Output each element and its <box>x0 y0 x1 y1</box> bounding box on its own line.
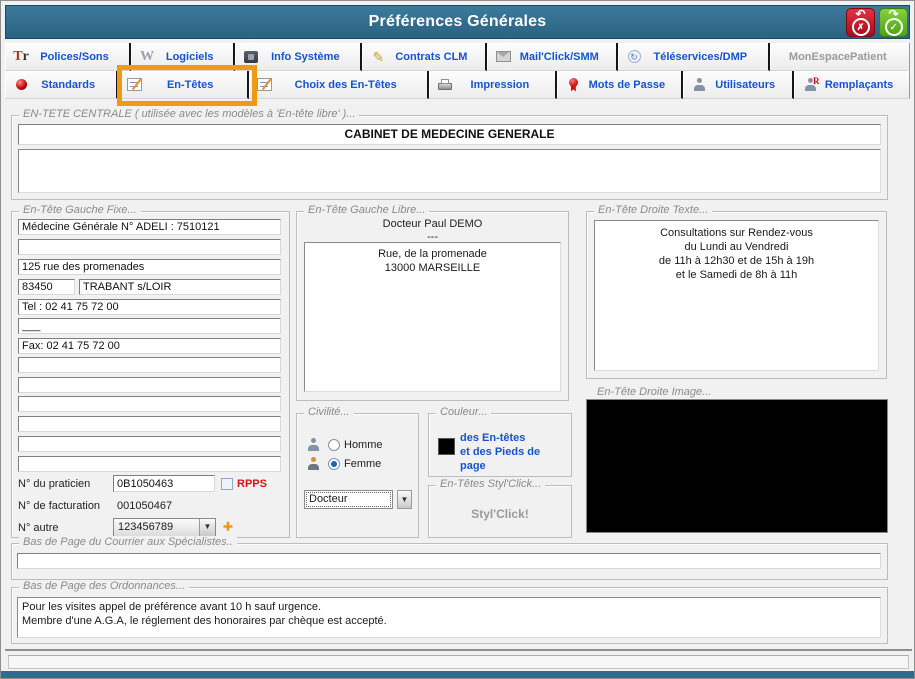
group-label: Bas de Page du Courrier aux Spécialistes… <box>19 536 237 548</box>
color-swatch[interactable] <box>438 438 455 455</box>
libre-body-textarea[interactable]: Rue, de la promenade 13000 MARSEILLE <box>304 242 561 392</box>
group-label: En-Tête Gauche Fixe... <box>19 204 141 216</box>
couleur-link[interactable]: des En-têtes et des Pieds de page <box>460 431 566 473</box>
red-sphere-icon <box>12 79 30 90</box>
bas-ordonnances-textarea[interactable]: Pour les visites appel de préférence ava… <box>17 597 881 638</box>
tab-contrats-clm[interactable]: ✎ Contrats CLM <box>362 43 487 71</box>
libre-header-text: Docteur Paul DEMO <box>296 218 569 230</box>
homme-radio[interactable] <box>328 439 340 451</box>
undo-arrow-icon: ↶ <box>855 10 865 18</box>
group-label: En-Tête Droite Texte... <box>594 204 712 216</box>
bas-courrier-input[interactable] <box>17 553 881 569</box>
plus-icon[interactable]: + <box>223 520 233 534</box>
group-label: Couleur... <box>436 406 491 418</box>
fixed-line-1-input[interactable] <box>18 219 281 235</box>
tab-row-2: Standards En-Têtes Choix des En-Têtes Im… <box>5 71 912 99</box>
femme-radio[interactable] <box>328 458 340 470</box>
window-title: Préférences Générales <box>369 13 547 31</box>
fixed-line-9-input[interactable] <box>18 377 281 393</box>
tab-standards[interactable]: Standards <box>5 71 118 99</box>
red-seal-icon <box>564 78 582 92</box>
abc-pencil-icon <box>256 78 274 91</box>
chevron-down-icon[interactable]: ▼ <box>199 519 215 536</box>
tab-info-systeme[interactable]: Info Système <box>235 43 362 71</box>
group-label: Civilité... <box>304 406 354 418</box>
praticien-label: N° du praticien <box>18 478 90 490</box>
titre-combobox[interactable]: Docteur <box>304 490 393 509</box>
word-icon: W <box>138 50 156 64</box>
central-header-input[interactable]: CABINET DE MEDECINE GENERALE <box>18 124 881 145</box>
group-label: EN-TETE CENTRALE ( utilisée avec les mod… <box>19 108 359 120</box>
autre-label: N° autre <box>18 522 58 534</box>
preferences-window: Préférences Générales ↶ ✗ ↷ ✓ Tr Polices… <box>0 0 915 679</box>
fixed-line-2-input[interactable] <box>18 239 281 255</box>
group-label: Bas de Page des Ordonnances... <box>19 580 189 592</box>
redo-arrow-icon: ↷ <box>888 10 898 18</box>
titre-combo-arrow[interactable]: ▼ <box>397 490 412 509</box>
tab-mots-de-passe[interactable]: Mots de Passe <box>557 71 683 99</box>
rpps-label: RPPS <box>237 478 267 490</box>
stylclick-button[interactable]: Styl'Click! <box>428 507 572 521</box>
tab-choix-des-en-tetes[interactable]: Choix des En-Têtes <box>249 71 429 99</box>
person-icon <box>690 78 708 91</box>
autre-combobox[interactable]: 123456789 ▼ <box>113 518 216 537</box>
tab-monespacepatient[interactable]: MonEspacePatient <box>770 43 911 71</box>
fixed-line-8-input[interactable] <box>18 357 281 373</box>
tab-logiciels[interactable]: W Logiciels <box>131 43 235 71</box>
fixed-address-input[interactable] <box>18 259 281 275</box>
bottom-divider <box>5 649 912 651</box>
woman-icon <box>307 457 320 470</box>
droite-image-label: En-Tête Droite Image... <box>593 386 715 398</box>
printer-icon <box>436 79 454 90</box>
group-label: En-Tête Gauche Libre... <box>304 204 429 216</box>
cross-circle-icon: ✗ <box>852 18 870 36</box>
group-label: En-Têtes Styl'Click... <box>436 478 545 490</box>
window-footer-bar <box>1 671 915 678</box>
fixed-line-12-input[interactable] <box>18 436 281 452</box>
tab-mailclick-smm[interactable]: Mail'Click/SMM <box>487 43 618 71</box>
envelope-icon <box>494 51 512 62</box>
sync-icon: ↻ <box>625 50 643 63</box>
person-r-icon: R <box>801 78 819 91</box>
fixed-line-11-input[interactable] <box>18 416 281 432</box>
tab-bar: Tr Polices/Sons W Logiciels Info Système… <box>5 43 912 99</box>
fixed-postcode-input[interactable] <box>18 279 75 295</box>
facturation-value: 001050467 <box>117 500 172 512</box>
femme-label: Femme <box>344 458 381 470</box>
cancel-button[interactable]: ↶ ✗ <box>846 8 875 37</box>
fixed-fax-input[interactable] <box>18 338 281 354</box>
system-icon <box>242 51 260 63</box>
status-strip <box>8 655 909 669</box>
check-circle-icon: ✓ <box>885 18 903 36</box>
fixed-city-input[interactable] <box>79 279 281 295</box>
tab-polices-sons[interactable]: Tr Polices/Sons <box>5 43 131 71</box>
man-icon <box>307 438 320 451</box>
fixed-tel-input[interactable] <box>18 299 281 315</box>
confirm-button[interactable]: ↷ ✓ <box>879 8 908 37</box>
tab-impression[interactable]: Impression <box>429 71 557 99</box>
facturation-label: N° de facturation <box>18 500 100 512</box>
abc-pencil-icon <box>125 78 143 91</box>
group-civilite: Civilité... <box>296 413 419 538</box>
tab-utilisateurs[interactable]: Utilisateurs <box>683 71 794 99</box>
rpps-checkbox[interactable] <box>221 478 233 490</box>
homme-label: Homme <box>344 439 383 451</box>
fonts-icon: Tr <box>12 50 30 64</box>
fixed-line-6-input[interactable] <box>18 318 281 334</box>
fixed-line-13-input[interactable] <box>18 456 281 472</box>
tab-row-1: Tr Polices/Sons W Logiciels Info Système… <box>5 43 912 71</box>
praticien-input[interactable] <box>113 475 215 492</box>
fixed-line-10-input[interactable] <box>18 396 281 412</box>
tab-en-tetes[interactable]: En-Têtes <box>118 71 249 99</box>
droite-image-preview[interactable] <box>586 399 888 533</box>
droite-texte-textarea[interactable]: Consultations sur Rendez-vous du Lundi a… <box>594 220 879 371</box>
central-header-extra-input[interactable] <box>18 149 881 193</box>
pencil-icon: ✎ <box>369 50 387 64</box>
title-bar: Préférences Générales <box>5 5 910 39</box>
tab-teleservices-dmp[interactable]: ↻ Téléservices/DMP <box>618 43 769 71</box>
tab-remplacants[interactable]: R Remplaçants <box>794 71 910 99</box>
